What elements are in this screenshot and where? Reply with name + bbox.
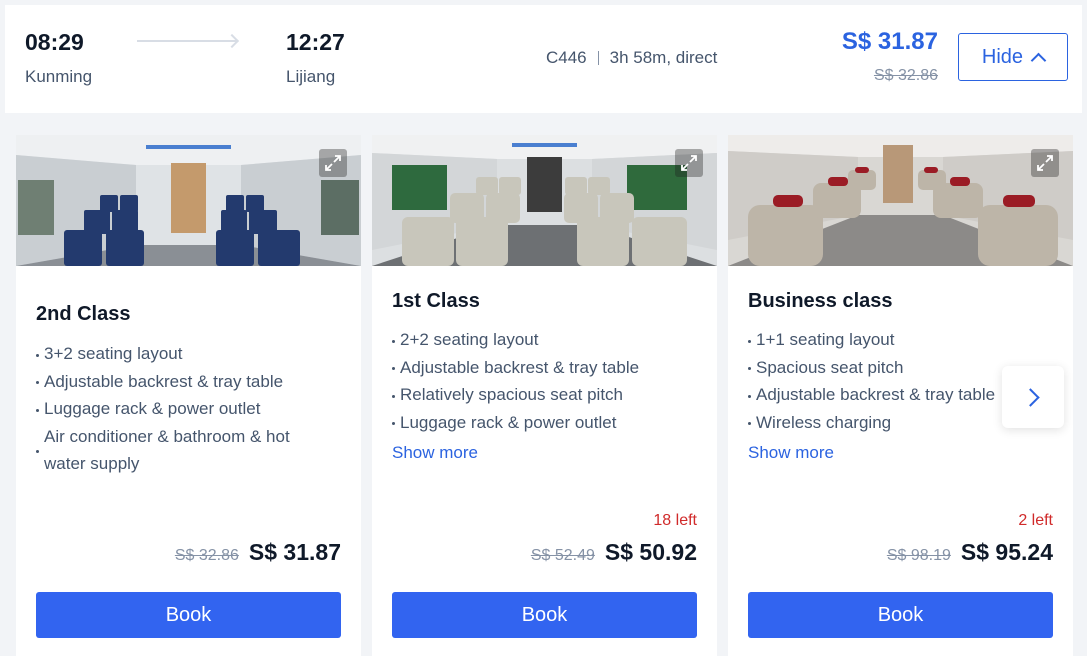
feature-item: Adjustable backrest & tray table (36, 368, 336, 396)
carousel-next-button[interactable] (1002, 366, 1064, 428)
original-price: S$ 98.19 (886, 547, 951, 564)
seat-price: S$ 95.24 (960, 539, 1053, 565)
seats-left-badge: 2 left (1018, 512, 1053, 529)
book-button[interactable]: Book (36, 592, 341, 638)
seats-left-badge: 18 left (653, 512, 697, 529)
lowest-price: S$ 31.87 (841, 28, 938, 55)
feature-item: Relatively spacious seat pitch (392, 381, 692, 409)
arrival-city: Lijiang (286, 67, 336, 86)
seat-price: S$ 50.92 (604, 539, 697, 565)
train-interior-business-class (728, 135, 1073, 266)
book-button[interactable]: Book (392, 592, 697, 638)
seat-card-2nd-class: 2nd Class 3+2 seating layout Adjustable … (16, 135, 361, 656)
show-more-link[interactable]: Show more (392, 443, 478, 463)
feature-item: 3+2 seating layout (36, 340, 336, 368)
original-price: S$ 52.49 (530, 547, 595, 564)
show-more-link[interactable]: Show more (748, 443, 834, 463)
feature-item: 2+2 seating layout (392, 326, 692, 354)
trip-duration: 3h 58m, direct (609, 48, 718, 67)
seat-photo[interactable] (728, 135, 1073, 266)
seat-photo[interactable] (16, 135, 361, 266)
feature-item: Luggage rack & power outlet (36, 395, 336, 423)
expand-icon[interactable] (319, 149, 347, 177)
train-interior-2nd-class (16, 135, 361, 266)
feature-list: 2+2 seating layout Adjustable backrest &… (392, 326, 692, 436)
price-row: S$ 52.49 S$ 50.92 (531, 539, 697, 566)
seat-photo[interactable] (372, 135, 717, 266)
arrival-time: 12:27 (286, 29, 345, 55)
train-number: C446 (546, 48, 587, 67)
route-line (137, 40, 237, 42)
expand-icon[interactable] (1031, 149, 1059, 177)
feature-item: 1+1 seating layout (748, 326, 1048, 354)
feature-item: Luggage rack & power outlet (392, 409, 692, 437)
departure-city: Kunming (25, 67, 93, 86)
seat-class-title: 2nd Class (36, 303, 131, 325)
feature-item: Adjustable backrest & tray table (392, 354, 692, 382)
seat-class-title: 1st Class (392, 290, 480, 312)
expand-icon[interactable] (675, 149, 703, 177)
arrow-right-icon (224, 33, 240, 49)
train-summary-header: 08:29 Kunming 12:27 Lijiang C446 3h 58m,… (5, 5, 1082, 113)
seat-price: S$ 31.87 (248, 539, 341, 565)
feature-list: 3+2 seating layout Adjustable backrest &… (36, 340, 336, 478)
divider (597, 51, 599, 65)
feature-item: Air conditioner & bathroom & hot water s… (36, 423, 306, 478)
train-interior-1st-class (372, 135, 717, 266)
original-price: S$ 32.86 (873, 67, 938, 84)
hide-label: Hide (981, 45, 1024, 68)
departure-time: 08:29 (25, 29, 84, 55)
original-price: S$ 32.86 (174, 547, 239, 564)
chevron-up-icon (1030, 52, 1047, 68)
seat-card-1st-class: 1st Class 2+2 seating layout Adjustable … (372, 135, 717, 656)
seat-class-title: Business class (748, 290, 893, 312)
book-button[interactable]: Book (748, 592, 1053, 638)
train-info: C446 3h 58m, direct (546, 48, 717, 68)
hide-button[interactable]: Hide (958, 33, 1068, 81)
chevron-right-icon (1020, 387, 1040, 407)
price-row: S$ 32.86 S$ 31.87 (175, 539, 341, 566)
price-row: S$ 98.19 S$ 95.24 (887, 539, 1053, 566)
